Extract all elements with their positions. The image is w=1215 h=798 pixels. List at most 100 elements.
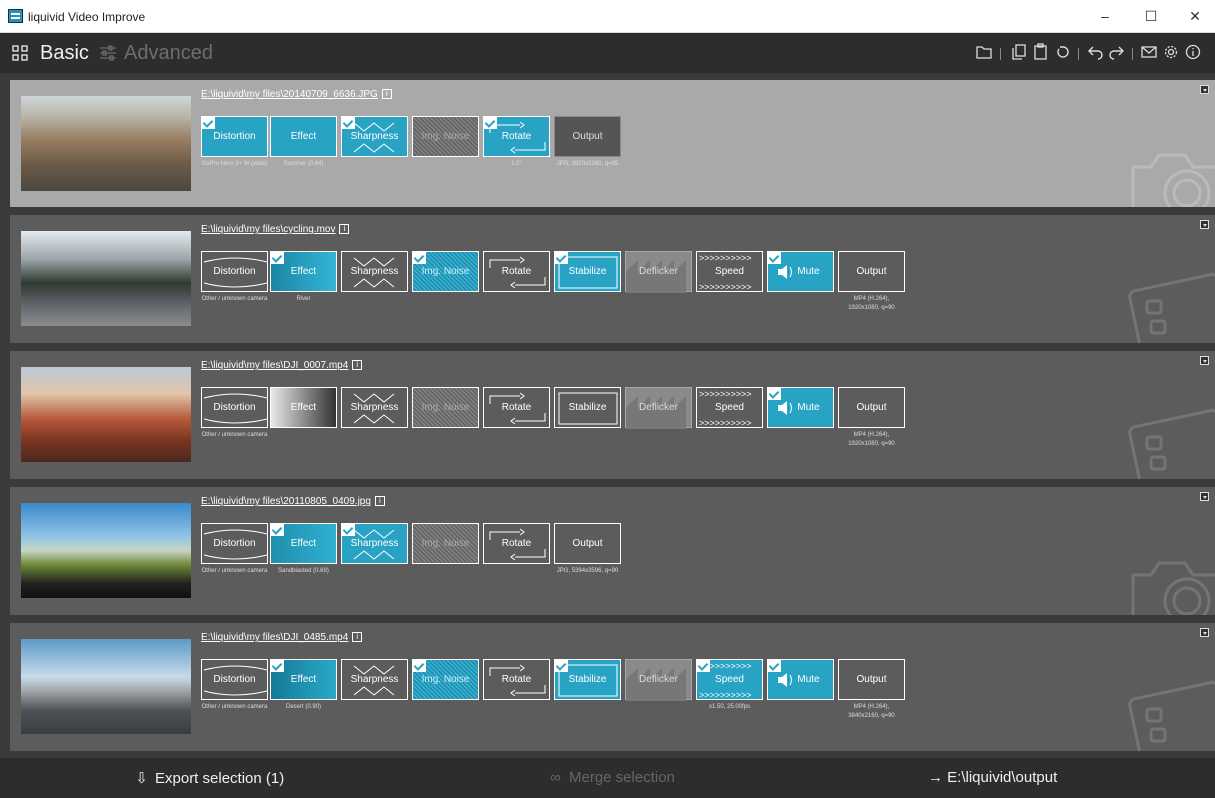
speed-tile[interactable]: >>>>>>>>>> >>>>>>>>>> Speed bbox=[696, 659, 763, 700]
info-icon[interactable]: i bbox=[352, 360, 363, 371]
export-icon: ⇩ bbox=[135, 770, 148, 787]
mute-tile[interactable]: Mute bbox=[767, 387, 834, 428]
file-path-link[interactable]: E:\liquivid\my files\DJI_0485.mp4 i bbox=[201, 632, 363, 643]
file-path-text[interactable]: E:\liquivid\my files\20110805_0409.jpg bbox=[201, 496, 371, 507]
deflicker-tile[interactable]: Deflicker bbox=[625, 387, 692, 429]
file-path-link[interactable]: E:\liquivid\my files\DJI_0007.mp4 i bbox=[201, 360, 363, 371]
sharpness-tile[interactable]: Sharpness bbox=[341, 251, 408, 292]
check-icon bbox=[555, 252, 568, 264]
noise-tile[interactable]: Img. Noise bbox=[412, 251, 479, 292]
output-folder-button[interactable]: → E:\liquivid\output bbox=[928, 769, 1057, 786]
deflicker-tile[interactable]: Deflicker bbox=[625, 251, 692, 293]
redo-icon[interactable] bbox=[1109, 43, 1125, 61]
row-menu-button[interactable] bbox=[1200, 628, 1209, 637]
output-tile[interactable]: Output bbox=[838, 251, 905, 292]
noise-tile[interactable]: Img. Noise bbox=[412, 116, 479, 157]
file-row[interactable]: E:\liquivid\my files\cycling.mov i Distor… bbox=[10, 215, 1215, 343]
info-icon[interactable]: i bbox=[381, 89, 392, 100]
reset-icon[interactable] bbox=[1055, 43, 1071, 61]
distortion-tile[interactable]: Distortion bbox=[201, 116, 268, 157]
row-menu-button[interactable] bbox=[1200, 220, 1209, 229]
email-icon[interactable] bbox=[1141, 43, 1157, 61]
rotate-tile[interactable]: Rotate bbox=[483, 116, 550, 157]
file-path-text[interactable]: E:\liquivid\my files\cycling.mov bbox=[201, 224, 335, 235]
minimize-button[interactable]: – bbox=[1090, 6, 1120, 26]
file-row[interactable]: E:\liquivid\my files\20140709_6636.JPG i … bbox=[10, 80, 1215, 207]
thumbnail bbox=[21, 503, 191, 598]
gear-icon[interactable] bbox=[1163, 43, 1179, 61]
file-path-text[interactable]: E:\liquivid\my files\DJI_0485.mp4 bbox=[201, 632, 348, 643]
sharpness-tile[interactable]: Sharpness bbox=[341, 659, 408, 700]
file-path-text[interactable]: E:\liquivid\my files\20140709_6636.JPG bbox=[201, 89, 378, 100]
distortion-tile[interactable]: Distortion bbox=[201, 251, 268, 292]
output-tile[interactable]: Output bbox=[554, 523, 621, 564]
advanced-mode-tab[interactable]: Advanced bbox=[124, 42, 213, 65]
stabilize-tile[interactable]: Stabilize bbox=[554, 387, 621, 428]
effect-tile[interactable]: Effect bbox=[270, 659, 337, 700]
tile-label: Output bbox=[856, 266, 887, 277]
file-path-link[interactable]: E:\liquivid\my files\cycling.mov i bbox=[201, 224, 350, 235]
tile-label: Rotate bbox=[501, 402, 532, 413]
output-tile[interactable]: Output bbox=[554, 116, 621, 157]
rotate-tile[interactable]: Rotate bbox=[483, 659, 550, 700]
output-tile[interactable]: Output bbox=[838, 387, 905, 428]
basic-mode-tab[interactable]: Basic bbox=[40, 42, 89, 65]
sharpness-tile[interactable]: Sharpness bbox=[341, 387, 408, 428]
undo-icon[interactable] bbox=[1087, 43, 1103, 61]
rotate-tile[interactable]: Rotate bbox=[483, 387, 550, 428]
distortion-tile[interactable]: Distortion bbox=[201, 387, 268, 428]
row-menu-button[interactable] bbox=[1200, 85, 1209, 94]
stabilize-tile[interactable]: Stabilize bbox=[554, 659, 621, 700]
noise-tile[interactable]: Img. Noise bbox=[412, 523, 479, 564]
file-row[interactable]: E:\liquivid\my files\DJI_0007.mp4 i Disto… bbox=[10, 351, 1215, 479]
tile-label: Mute bbox=[797, 674, 820, 685]
effect-tile[interactable]: Effect bbox=[270, 387, 337, 428]
info-icon[interactable]: i bbox=[352, 632, 363, 643]
sharpness-tile[interactable]: Sharpness bbox=[341, 523, 408, 564]
tile-label: Mute bbox=[797, 266, 820, 277]
stabilize-tile[interactable]: Stabilize bbox=[554, 251, 621, 292]
mute-tile[interactable]: Mute bbox=[767, 659, 834, 700]
effect-tile[interactable]: Effect bbox=[270, 116, 337, 157]
rotate-tile[interactable]: Rotate bbox=[483, 251, 550, 292]
sharpness-tile[interactable]: Sharpness bbox=[341, 116, 408, 157]
merge-selection-button[interactable]: ∞ Merge selection bbox=[548, 769, 675, 786]
check-icon bbox=[202, 117, 215, 129]
file-row[interactable]: E:\liquivid\my files\20110805_0409.jpg i … bbox=[10, 487, 1215, 615]
effect-tile[interactable]: Effect bbox=[270, 251, 337, 292]
mute-tile[interactable]: Mute bbox=[767, 251, 834, 292]
output-tile[interactable]: Output bbox=[838, 659, 905, 700]
distortion-detail: Other / unknown camera bbox=[201, 568, 268, 574]
file-path-text[interactable]: E:\liquivid\my files\DJI_0007.mp4 bbox=[201, 360, 348, 371]
row-menu-button[interactable] bbox=[1200, 356, 1209, 365]
maximize-button[interactable]: ☐ bbox=[1136, 6, 1166, 26]
folder-icon[interactable] bbox=[976, 43, 992, 61]
paste-icon[interactable] bbox=[1033, 43, 1049, 61]
tile-label: Stabilize bbox=[568, 674, 607, 685]
distortion-tile[interactable]: Distortion bbox=[201, 659, 268, 700]
file-row[interactable]: E:\liquivid\my files\DJI_0485.mp4 i Disto… bbox=[10, 623, 1215, 751]
file-path-link[interactable]: E:\liquivid\my files\20140709_6636.JPG i bbox=[201, 89, 392, 100]
tile-label: Stabilize bbox=[568, 402, 607, 413]
tile-label: Output bbox=[856, 674, 887, 685]
speed-tile[interactable]: >>>>>>>>>> >>>>>>>>>> Speed bbox=[696, 251, 763, 292]
row-menu-button[interactable] bbox=[1200, 492, 1209, 501]
noise-tile[interactable]: Img. Noise bbox=[412, 659, 479, 700]
tile-label: Img. Noise bbox=[421, 402, 470, 413]
tile-label: Distortion bbox=[213, 266, 256, 277]
effect-tile[interactable]: Effect bbox=[270, 523, 337, 564]
file-path-link[interactable]: E:\liquivid\my files\20110805_0409.jpg i bbox=[201, 496, 385, 507]
copy-icon[interactable] bbox=[1011, 43, 1027, 61]
check-icon bbox=[768, 252, 781, 264]
noise-tile[interactable]: Img. Noise bbox=[412, 387, 479, 428]
close-button[interactable]: ✕ bbox=[1180, 6, 1210, 26]
info-icon[interactable]: i bbox=[339, 224, 350, 235]
export-selection-button[interactable]: ⇩ Export selection (1) bbox=[134, 769, 284, 787]
speed-tile[interactable]: >>>>>>>>>> >>>>>>>>>> Speed bbox=[696, 387, 763, 428]
deflicker-tile[interactable]: Deflicker bbox=[625, 659, 692, 701]
rotate-tile[interactable]: Rotate bbox=[483, 523, 550, 564]
about-icon[interactable] bbox=[1185, 43, 1201, 61]
effect-detail: Summer (0.64) bbox=[283, 161, 324, 167]
info-icon[interactable]: i bbox=[374, 496, 385, 507]
distortion-tile[interactable]: Distortion bbox=[201, 523, 268, 564]
